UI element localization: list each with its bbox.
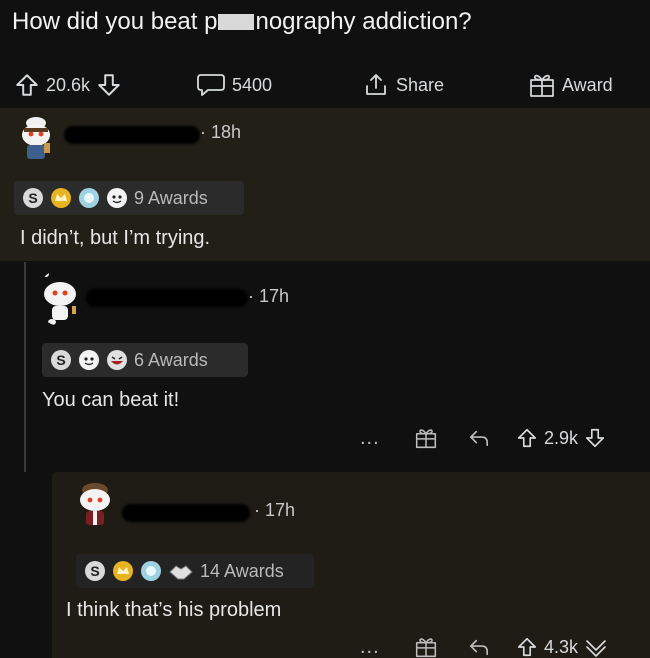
comment-1-awards[interactable]: S 9 Awards: [14, 181, 244, 215]
comment-2-body: You can beat it!: [42, 389, 180, 411]
award-label: Award: [562, 74, 613, 95]
comments-button[interactable]: 5400: [196, 62, 272, 108]
laughing-award-icon: [106, 349, 128, 371]
comment-1-awards-label: 9 Awards: [134, 187, 208, 208]
handshake-award-icon: [168, 560, 194, 582]
downvote-icon[interactable]: [584, 427, 606, 449]
reply-icon[interactable]: [468, 428, 490, 448]
upvote-icon[interactable]: [516, 427, 538, 449]
svg-text:S: S: [90, 563, 99, 579]
comment-2-actions: ... 2.9k: [360, 424, 650, 452]
gold-award-icon: [50, 187, 72, 209]
censor-block: [218, 14, 255, 30]
comment-3-time: 17h: [265, 500, 296, 520]
reply-icon[interactable]: [468, 637, 490, 657]
share-button[interactable]: Share: [362, 62, 444, 108]
downvote-icon[interactable]: [96, 72, 122, 98]
redacted-username: [86, 289, 248, 307]
comment-2-time: 17h: [259, 286, 290, 306]
snoo-avatar[interactable]: [72, 480, 118, 530]
redacted-username: [122, 504, 250, 522]
snoo-avatar[interactable]: [36, 270, 84, 326]
comment-2-awards-label: 6 Awards: [134, 349, 208, 370]
gift-icon[interactable]: [414, 427, 438, 449]
post-title-part2: nography addiction?: [255, 8, 472, 35]
platinum-award-icon: [140, 560, 162, 582]
comment-3-meta: · 17h: [254, 500, 296, 520]
comment-1-time: 18h: [211, 122, 242, 142]
redacted-username: [64, 126, 200, 144]
thread-line[interactable]: [24, 262, 26, 472]
upvote-icon[interactable]: [516, 636, 538, 658]
snoo-avatar[interactable]: [14, 113, 58, 161]
comment-3-awards-label: 14 Awards: [200, 560, 284, 581]
comment-3-awards[interactable]: S 14 Awards: [76, 554, 314, 588]
more-options-icon[interactable]: ...: [360, 427, 392, 450]
share-label: Share: [396, 74, 445, 95]
comment-count: 5400: [232, 74, 273, 95]
svg-text:S: S: [28, 190, 37, 206]
wholesome-award-icon: [78, 349, 100, 371]
silver-award-icon: S: [50, 349, 72, 371]
post-action-bar: 20.6k 5400 Share Award: [0, 62, 650, 108]
comment-2-meta: · 17h: [248, 286, 290, 306]
svg-text:S: S: [56, 352, 65, 368]
gold-award-icon: [112, 560, 134, 582]
comment-bubble-icon: [196, 72, 226, 98]
silver-award-icon: S: [84, 560, 106, 582]
post-title[interactable]: How did you beat p nography addiction?: [12, 8, 472, 36]
comment-1-body: I didn’t, but I’m trying.: [20, 227, 211, 249]
post-title-part1: How did you beat p: [12, 8, 218, 35]
gift-icon: [528, 72, 556, 98]
upvote-icon[interactable]: [14, 72, 40, 98]
more-options-icon[interactable]: ...: [360, 636, 392, 658]
comment-3-vote-count: 4.3k: [544, 636, 579, 657]
collapse-chevron-icon[interactable]: [584, 635, 608, 658]
gift-icon[interactable]: [414, 636, 438, 658]
silver-award-icon: S: [22, 187, 44, 209]
wholesome-award-icon: [106, 187, 128, 209]
platinum-award-icon: [78, 187, 100, 209]
post-vote-count: 20.6k: [46, 74, 91, 95]
comment-1-meta: · 18h: [200, 122, 242, 142]
comment-2-vote-count: 2.9k: [544, 427, 579, 448]
share-icon: [362, 71, 390, 99]
award-button[interactable]: Award: [528, 62, 613, 108]
post-vote-group: 20.6k: [14, 62, 122, 108]
comment-3-actions: ... 4.3k: [360, 633, 650, 658]
comment-2-awards[interactable]: S 6 Awards: [42, 343, 248, 377]
comment-3-body: I think that’s his problem: [66, 599, 282, 621]
